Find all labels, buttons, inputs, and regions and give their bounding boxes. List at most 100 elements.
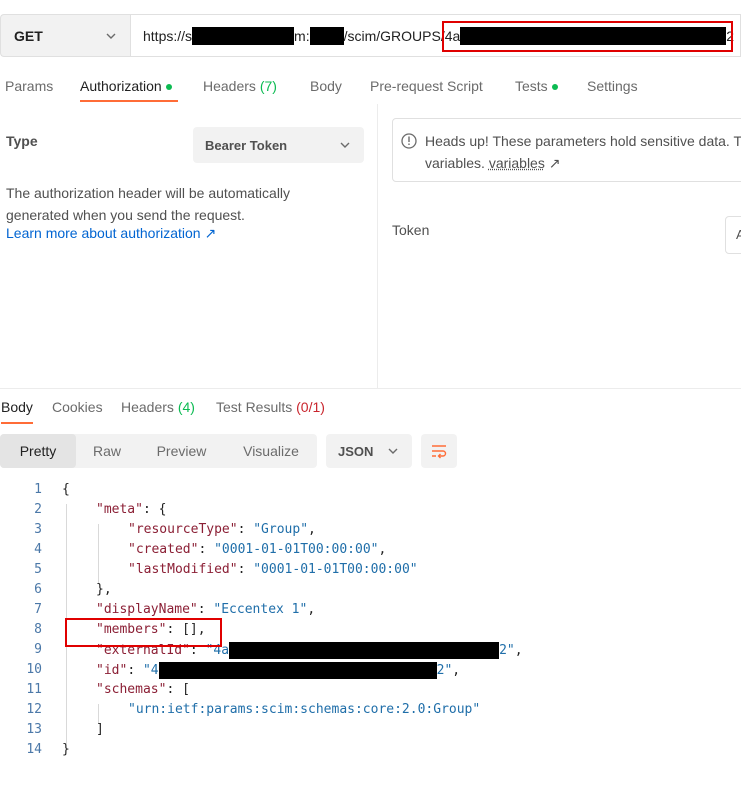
chevron-down-icon xyxy=(106,33,116,39)
tab-label: Tests xyxy=(515,78,548,94)
json-string: "0001-01-01T00:00:00" xyxy=(253,562,418,577)
external-link-icon: ↗ xyxy=(548,155,561,171)
json-string: "0001-01-01T00:00:00" xyxy=(214,542,379,557)
response-tabs: Body Cookies Headers (4) Test Results (0… xyxy=(0,389,741,425)
json-punctuation: : xyxy=(127,663,143,678)
json-key: "resourceType" xyxy=(128,522,238,537)
url-text-start: https://s xyxy=(143,27,193,44)
code-line: 2 "meta": { xyxy=(0,502,741,522)
line-number: 12 xyxy=(26,702,42,717)
highlight-box xyxy=(65,618,222,647)
tab-response-headers[interactable]: Headers (4) xyxy=(121,399,195,415)
auth-config-panel: Heads up! These parameters hold sensitiv… xyxy=(378,104,741,388)
line-number: 9 xyxy=(34,642,42,657)
json-punctuation: : xyxy=(237,562,254,577)
line-number: 5 xyxy=(34,562,42,577)
chevron-down-icon xyxy=(340,142,350,148)
tab-label: Cookies xyxy=(52,399,103,415)
notice-text: Heads up! These parameters hold sensitiv… xyxy=(425,133,741,149)
tab-response-body[interactable]: Body xyxy=(1,399,33,415)
view-visualize-button[interactable]: Visualize xyxy=(225,434,317,468)
tab-authorization[interactable]: Authorization xyxy=(80,78,172,94)
token-input[interactable]: A xyxy=(725,216,741,254)
tab-body[interactable]: Body xyxy=(310,78,342,94)
json-key: "schemas" xyxy=(96,682,167,697)
code-line: 1{ xyxy=(0,482,741,502)
tab-label: Settings xyxy=(587,78,638,94)
tab-cookies[interactable]: Cookies xyxy=(52,399,103,415)
tab-label: Params xyxy=(5,78,54,94)
json-string: "Eccentex 1" xyxy=(213,602,308,617)
code-line: 4 "created": "0001-01-01T00:00:00", xyxy=(0,542,741,562)
info-icon xyxy=(401,133,417,149)
line-number: 4 xyxy=(34,542,42,557)
code-text: } xyxy=(62,742,70,757)
line-number: 10 xyxy=(26,662,42,677)
code-text: ] xyxy=(96,722,104,737)
json-string: "urn:ietf:params:scim:schemas:core:2.0:G… xyxy=(128,702,481,717)
line-number: 6 xyxy=(34,582,42,597)
tab-label: Pre-request Script xyxy=(370,78,483,94)
view-raw-button[interactable]: Raw xyxy=(76,434,138,468)
chevron-down-icon xyxy=(388,448,398,454)
json-string: "Group" xyxy=(253,522,309,537)
json-punctuation: , xyxy=(514,643,523,658)
json-key: "meta" xyxy=(96,502,143,517)
learn-more-link[interactable]: Learn more about authorization ↗ xyxy=(6,225,216,242)
notice-text: variables. xyxy=(425,155,485,171)
tab-settings[interactable]: Settings xyxy=(587,78,638,94)
wrap-lines-icon xyxy=(432,445,447,459)
redacted-block xyxy=(309,26,344,45)
auth-description-line: The authorization header will be automat… xyxy=(6,185,291,201)
code-line: 14} xyxy=(0,742,741,762)
auth-type-label: Type xyxy=(6,133,38,149)
view-pretty-button[interactable]: Pretty xyxy=(0,434,76,468)
notice-text-line2: variables. variables ↗ xyxy=(425,152,741,174)
url-text-mid: m: xyxy=(294,27,310,44)
auth-type-value: Bearer Token xyxy=(205,137,288,153)
json-punctuation: : [ xyxy=(166,682,190,697)
code-line: 11 "schemas": [ xyxy=(0,682,741,702)
redacted-block xyxy=(192,26,295,45)
json-punctuation: : { xyxy=(142,502,167,517)
status-dot xyxy=(551,84,558,91)
request-bar: GET https://s m: /scim/GROUPS/4a 2 xyxy=(0,0,741,72)
code-line: 13] xyxy=(0,722,741,742)
json-key: "created" xyxy=(128,542,199,557)
code-line: 10 "id": "4 2", xyxy=(0,662,741,682)
tab-label: Headers xyxy=(203,78,256,94)
code-line: 3 "resourceType": "Group", xyxy=(0,522,741,542)
tab-test-results[interactable]: Test Results (0/1) xyxy=(216,399,325,415)
active-tab-indicator xyxy=(1,422,33,424)
view-preview-button[interactable]: Preview xyxy=(138,434,225,468)
code-line: 6}, xyxy=(0,582,741,602)
active-tab-indicator xyxy=(80,100,178,102)
line-number: 11 xyxy=(26,682,42,697)
tab-count: (4) xyxy=(177,399,195,415)
method-label: GET xyxy=(14,27,43,44)
line-number: 7 xyxy=(34,602,42,617)
json-punctuation: , xyxy=(308,522,316,537)
view-mode-selector: Pretty Raw Preview Visualize xyxy=(0,434,317,468)
line-number: 3 xyxy=(34,522,42,537)
variables-link[interactable]: variables xyxy=(489,155,545,171)
tab-headers[interactable]: Headers (7) xyxy=(203,78,277,94)
tab-label: Test Results xyxy=(216,399,293,415)
wrap-lines-button[interactable] xyxy=(421,434,457,468)
line-number: 13 xyxy=(26,722,42,737)
format-value: JSON xyxy=(338,443,374,459)
auth-description-line: generated when you send the request. xyxy=(6,207,245,223)
json-key: "id" xyxy=(96,663,128,678)
code-text: }, xyxy=(96,582,112,597)
json-string: 2" xyxy=(499,643,515,658)
tab-tests[interactable]: Tests xyxy=(515,78,558,94)
method-select[interactable]: GET xyxy=(0,14,130,57)
line-number: 8 xyxy=(34,622,42,637)
auth-type-select[interactable]: Bearer Token xyxy=(193,127,364,163)
tab-prerequest-script[interactable]: Pre-request Script xyxy=(370,78,483,94)
tab-params[interactable]: Params xyxy=(5,78,53,94)
sensitive-data-notice: Heads up! These parameters hold sensitiv… xyxy=(392,118,741,182)
tab-label: Headers xyxy=(121,399,174,415)
auth-description: The authorization header will be automat… xyxy=(6,182,346,226)
format-select[interactable]: JSON xyxy=(326,434,412,468)
